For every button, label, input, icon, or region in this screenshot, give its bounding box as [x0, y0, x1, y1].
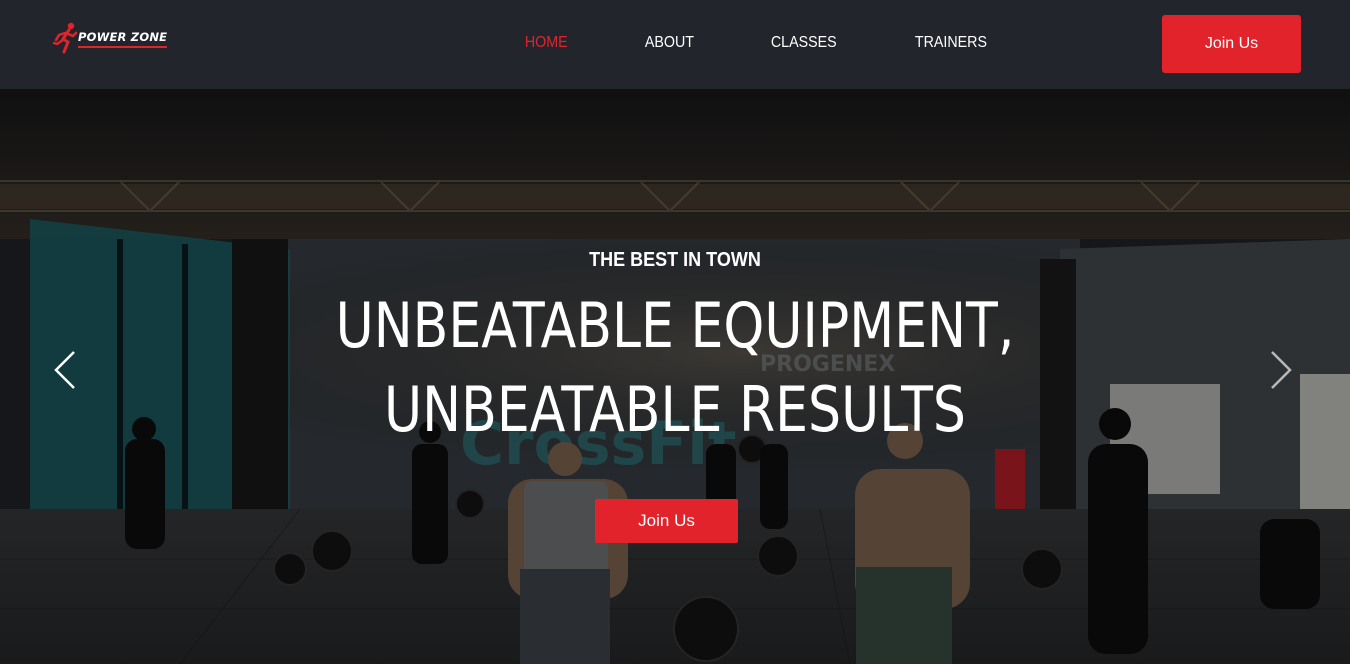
- navbar: POWER ZONE HOME ABOUT CLASSES TRAINERS J…: [0, 0, 1350, 89]
- chevron-left-icon: [54, 351, 75, 389]
- main-nav: HOME ABOUT CLASSES TRAINERS: [512, 32, 1054, 54]
- hero-title-line-1: UNBEATABLE EQUIPMENT,: [335, 289, 1015, 362]
- nav-item-about[interactable]: ABOUT: [632, 32, 707, 54]
- carousel-prev-button[interactable]: [50, 347, 80, 393]
- carousel-next-button[interactable]: [1266, 347, 1296, 393]
- hero-title: UNBEATABLE EQUIPMENT, UNBEATABLE RESULTS: [108, 284, 1242, 452]
- brand-name: POWER ZONE: [78, 30, 168, 48]
- brand-logo[interactable]: POWER ZONE: [52, 20, 172, 58]
- nav-item-classes[interactable]: CLASSES: [758, 32, 850, 54]
- header-join-button[interactable]: Join Us: [1162, 15, 1301, 73]
- hero-carousel: CrossFit PROGENEX THE BEST IN TOWN UNBEA…: [0, 89, 1350, 664]
- hero-join-button[interactable]: Join Us: [595, 499, 738, 543]
- nav-item-trainers[interactable]: TRAINERS: [902, 32, 1000, 54]
- hero-content: THE BEST IN TOWN UNBEATABLE EQUIPMENT, U…: [0, 89, 1350, 664]
- nav-item-home[interactable]: HOME: [512, 32, 581, 54]
- runner-icon: [52, 22, 78, 54]
- chevron-right-icon: [1271, 351, 1292, 389]
- hero-eyebrow: THE BEST IN TOWN: [589, 249, 761, 271]
- hero-title-line-2: UNBEATABLE RESULTS: [384, 373, 966, 446]
